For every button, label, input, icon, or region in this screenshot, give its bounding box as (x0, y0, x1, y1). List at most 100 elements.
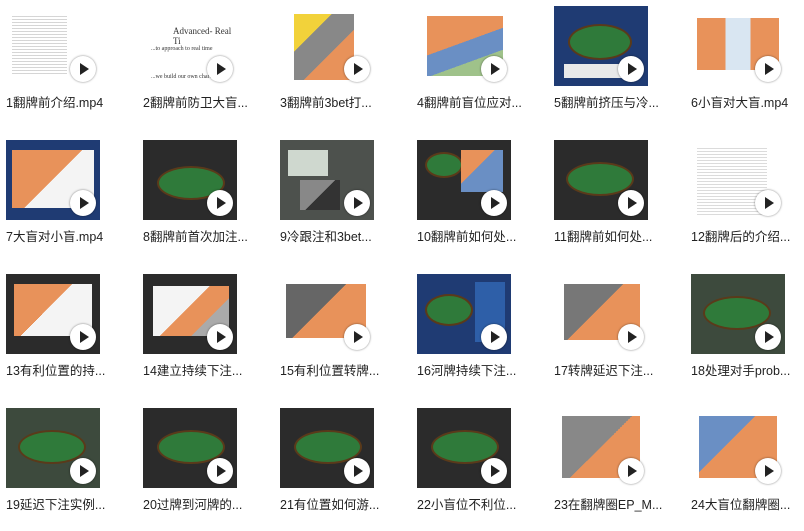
play-icon[interactable] (618, 324, 644, 350)
video-tile[interactable]: 24大盲位翻牌圈... (685, 402, 804, 531)
play-icon[interactable] (70, 458, 96, 484)
video-tile[interactable]: 5翻牌前挤压与冷... (548, 0, 682, 129)
video-title[interactable]: 17转牌延迟下注... (554, 360, 678, 379)
video-tile[interactable]: 23在翻牌圈EP_M... (548, 402, 682, 531)
video-tile[interactable]: 10翻牌前如何处... (411, 134, 545, 263)
video-tile[interactable]: 18处理对手prob... (685, 268, 804, 397)
play-icon[interactable] (70, 190, 96, 216)
video-tile[interactable]: Advanced- Real Ti ...to approach to real… (137, 0, 271, 129)
video-thumbnail[interactable] (554, 274, 648, 354)
video-thumbnail[interactable] (554, 140, 648, 220)
video-thumbnail[interactable] (6, 274, 100, 354)
video-tile[interactable]: 8翻牌前首次加注... (137, 134, 271, 263)
video-thumbnail[interactable] (6, 408, 100, 488)
video-thumbnail[interactable] (691, 6, 785, 86)
video-title[interactable]: 14建立持续下注... (143, 360, 267, 379)
video-tile[interactable]: 6小盲对大盲.mp4 (685, 0, 804, 129)
video-thumbnail[interactable] (6, 6, 100, 86)
video-title[interactable]: 4翻牌前盲位应对... (417, 92, 541, 111)
video-tile[interactable]: 12翻牌后的介绍... (685, 134, 804, 263)
video-title[interactable]: 21有位置如何游... (280, 494, 404, 513)
info-panel (564, 64, 624, 78)
play-icon[interactable] (207, 458, 233, 484)
play-icon[interactable] (207, 56, 233, 82)
play-icon[interactable] (755, 324, 781, 350)
video-tile[interactable]: 13有利位置的持... (0, 268, 134, 397)
video-title[interactable]: 13有利位置的持... (6, 360, 130, 379)
video-thumbnail[interactable] (280, 140, 374, 220)
video-tile[interactable]: 14建立持续下注... (137, 268, 271, 397)
video-tile[interactable]: 7大盲对小盲.mp4 (0, 134, 134, 263)
video-thumbnail[interactable] (417, 274, 511, 354)
video-thumbnail[interactable] (143, 140, 237, 220)
slide-title: Advanced- Real Ti (173, 26, 232, 46)
play-icon[interactable] (344, 56, 370, 82)
play-icon[interactable] (755, 458, 781, 484)
video-title[interactable]: 23在翻牌圈EP_M... (554, 494, 678, 513)
play-icon[interactable] (344, 190, 370, 216)
video-title[interactable]: 9冷跟注和3bet... (280, 226, 404, 245)
video-title[interactable]: 7大盲对小盲.mp4 (6, 226, 130, 245)
video-thumbnail[interactable] (691, 408, 785, 488)
video-title[interactable]: 2翻牌前防卫大盲... (143, 92, 267, 111)
video-title[interactable]: 10翻牌前如何处... (417, 226, 541, 245)
play-icon[interactable] (755, 190, 781, 216)
play-icon[interactable] (70, 324, 96, 350)
poker-table (425, 152, 463, 178)
video-thumbnail[interactable] (554, 6, 648, 86)
video-title[interactable]: 6小盲对大盲.mp4 (691, 92, 804, 111)
video-title[interactable]: 8翻牌前首次加注... (143, 226, 267, 245)
video-title[interactable]: 12翻牌后的介绍... (691, 226, 804, 245)
range-chart (461, 150, 503, 192)
video-tile[interactable]: 3翻牌前3bet打... (274, 0, 408, 129)
video-tile[interactable]: 16河牌持续下注... (411, 268, 545, 397)
video-thumbnail[interactable] (143, 408, 237, 488)
video-title[interactable]: 15有利位置转牌... (280, 360, 404, 379)
video-thumbnail[interactable] (280, 6, 374, 86)
video-tile[interactable]: 15有利位置转牌... (274, 268, 408, 397)
play-icon[interactable] (207, 324, 233, 350)
video-thumbnail[interactable] (417, 408, 511, 488)
video-thumbnail[interactable] (417, 6, 511, 86)
play-icon[interactable] (481, 458, 507, 484)
play-icon[interactable] (481, 190, 507, 216)
play-icon[interactable] (481, 324, 507, 350)
video-thumbnail[interactable] (6, 140, 100, 220)
video-tile[interactable]: 20过牌到河牌的... (137, 402, 271, 531)
video-tile[interactable]: 4翻牌前盲位应对... (411, 0, 545, 129)
video-thumbnail[interactable] (143, 274, 237, 354)
video-title[interactable]: 5翻牌前挤压与冷... (554, 92, 678, 111)
play-icon[interactable] (70, 56, 96, 82)
video-tile[interactable]: 1翻牌前介绍.mp4 (0, 0, 134, 129)
play-icon[interactable] (755, 56, 781, 82)
video-title[interactable]: 16河牌持续下注... (417, 360, 541, 379)
video-thumbnail[interactable] (417, 140, 511, 220)
video-title[interactable]: 11翻牌前如何处... (554, 226, 678, 245)
play-icon[interactable] (481, 56, 507, 82)
play-icon[interactable] (618, 56, 644, 82)
video-title[interactable]: 19延迟下注实例... (6, 494, 130, 513)
video-thumbnail[interactable] (554, 408, 648, 488)
video-title[interactable]: 1翻牌前介绍.mp4 (6, 92, 130, 111)
video-thumbnail[interactable] (280, 408, 374, 488)
video-tile[interactable]: 17转牌延迟下注... (548, 268, 682, 397)
video-title[interactable]: 20过牌到河牌的... (143, 494, 267, 513)
play-icon[interactable] (207, 190, 233, 216)
video-tile[interactable]: 21有位置如何游... (274, 402, 408, 531)
play-icon[interactable] (344, 324, 370, 350)
video-tile[interactable]: 19延迟下注实例... (0, 402, 134, 531)
video-thumbnail[interactable]: Advanced- Real Ti ...to approach to real… (143, 6, 237, 86)
video-thumbnail[interactable] (280, 274, 374, 354)
play-icon[interactable] (618, 458, 644, 484)
video-title[interactable]: 22小盲位不利位... (417, 494, 541, 513)
video-tile[interactable]: 9冷跟注和3bet... (274, 134, 408, 263)
video-thumbnail[interactable] (691, 140, 785, 220)
play-icon[interactable] (618, 190, 644, 216)
video-title[interactable]: 18处理对手prob... (691, 360, 804, 379)
video-thumbnail[interactable] (691, 274, 785, 354)
video-tile[interactable]: 22小盲位不利位... (411, 402, 545, 531)
video-tile[interactable]: 11翻牌前如何处... (548, 134, 682, 263)
play-icon[interactable] (344, 458, 370, 484)
video-title[interactable]: 24大盲位翻牌圈... (691, 494, 804, 513)
video-title[interactable]: 3翻牌前3bet打... (280, 92, 404, 111)
